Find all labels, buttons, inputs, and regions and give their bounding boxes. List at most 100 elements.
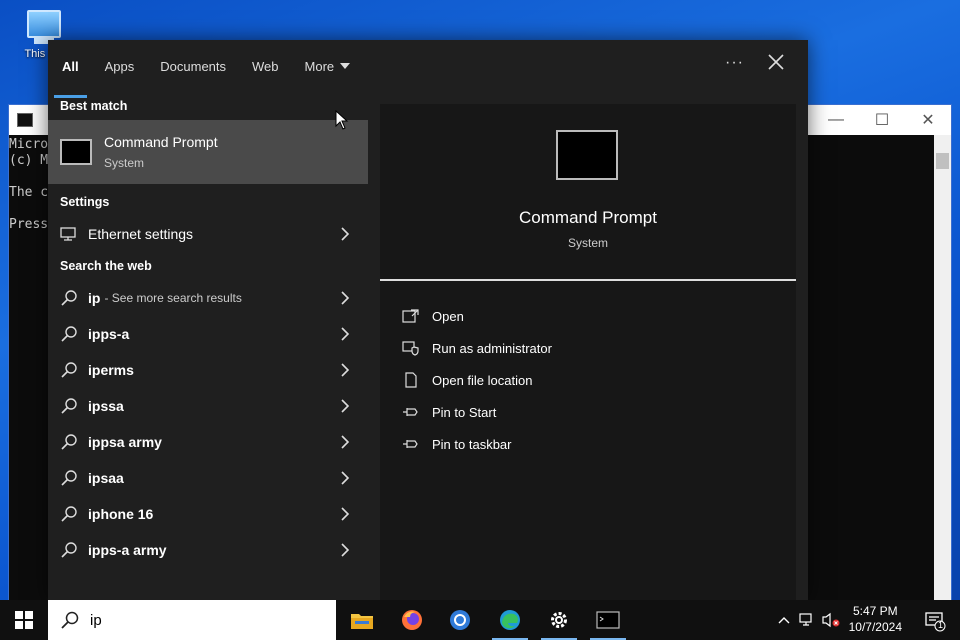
network-icon xyxy=(799,613,812,626)
computer-icon xyxy=(27,10,61,38)
volume-button[interactable] xyxy=(820,600,842,640)
pin-icon xyxy=(403,408,418,416)
tab-more[interactable]: More xyxy=(305,59,351,74)
tab-apps[interactable]: Apps xyxy=(105,59,135,74)
taskbar-app-firefox[interactable] xyxy=(388,600,436,640)
taskbar-app-edge[interactable] xyxy=(486,600,534,640)
web-result-label: iperms xyxy=(88,362,134,378)
search-icon xyxy=(61,506,77,522)
search-icon xyxy=(61,398,77,414)
taskbar-app-file-explorer[interactable] xyxy=(338,600,386,640)
web-result[interactable]: ipssa xyxy=(48,388,370,424)
more-options-button[interactable]: ··· xyxy=(725,54,744,72)
web-result-label: ippsa army xyxy=(88,434,162,450)
action-open[interactable]: Open xyxy=(402,300,552,332)
scrollbar-thumb[interactable] xyxy=(936,153,949,169)
close-window-button[interactable]: ✕ xyxy=(905,105,951,135)
web-result[interactable]: iphone 16 xyxy=(48,496,370,532)
settings-item-ethernet[interactable]: Ethernet settings xyxy=(48,216,370,252)
chevron-right-icon[interactable] xyxy=(340,470,350,486)
cmd-icon xyxy=(596,611,620,629)
preview-actions: Open Run as administrator Open file loca… xyxy=(402,300,552,460)
chevron-right-icon[interactable] xyxy=(340,542,350,558)
web-result-label: ipssa xyxy=(88,398,124,414)
file-icon xyxy=(405,372,417,388)
tab-all[interactable]: All xyxy=(54,59,87,98)
chevron-right-icon[interactable] xyxy=(340,506,350,522)
cmd-scrollbar[interactable] xyxy=(934,135,951,601)
web-result-label: ip xyxy=(88,290,101,306)
clock-time: 5:47 PM xyxy=(852,604,898,618)
search-icon xyxy=(61,542,77,558)
chevron-right-icon[interactable] xyxy=(340,290,350,306)
action-pin-to-start[interactable]: Pin to Start xyxy=(402,396,552,428)
results-list: Best match Command Prompt System Setting… xyxy=(48,92,370,600)
close-icon[interactable] xyxy=(766,52,786,72)
firefox-icon xyxy=(402,610,422,630)
preview-divider xyxy=(380,279,796,281)
minimize-button[interactable]: — xyxy=(813,105,859,135)
clock[interactable]: 5:47 PM 10/7/2024 xyxy=(849,603,902,635)
chevron-right-icon[interactable] xyxy=(340,326,350,342)
edge-icon xyxy=(500,610,520,630)
web-result[interactable]: ip - See more search results xyxy=(48,280,370,316)
search-icon xyxy=(61,434,77,450)
taskbar-search-box[interactable] xyxy=(48,600,336,640)
notification-count-badge: 1 xyxy=(937,620,943,630)
show-hidden-icons-button[interactable] xyxy=(776,600,792,640)
chevron-right-icon[interactable] xyxy=(340,434,350,450)
shield-icon xyxy=(402,341,419,356)
action-label: Pin to Start xyxy=(432,404,497,420)
windows-logo-icon xyxy=(15,611,33,629)
tab-documents[interactable]: Documents xyxy=(160,59,226,74)
web-result[interactable]: ipsaa xyxy=(48,460,370,496)
web-result[interactable]: ippsa army xyxy=(48,424,370,460)
web-result[interactable]: ipps-a xyxy=(48,316,370,352)
web-result-sub: - See more search results xyxy=(104,291,242,305)
action-label: Run as administrator xyxy=(432,340,552,356)
web-result-label: ipsaa xyxy=(88,470,124,486)
web-result-label: iphone 16 xyxy=(88,506,154,522)
web-result-label: ipps-a xyxy=(88,326,130,342)
web-result-label: ipps-a army xyxy=(88,542,167,558)
chevron-right-icon[interactable] xyxy=(340,362,350,378)
open-icon xyxy=(402,309,419,323)
taskbar-app-chrome[interactable] xyxy=(436,600,484,640)
best-match-item[interactable]: Command Prompt System xyxy=(48,120,368,184)
taskbar-app-settings[interactable] xyxy=(535,600,583,640)
caret-down-icon xyxy=(340,62,351,69)
action-label: Open file location xyxy=(432,372,533,388)
start-button[interactable] xyxy=(0,600,48,640)
taskbar: 5:47 PM 10/7/2024 1 xyxy=(0,600,960,640)
file-explorer-icon xyxy=(351,614,373,629)
clock-date: 10/7/2024 xyxy=(848,620,902,634)
notification-center-button[interactable]: 1 xyxy=(924,610,946,632)
search-tabs: All Apps Documents Web More xyxy=(48,40,808,98)
best-match-heading: Best match xyxy=(60,99,128,113)
best-match-title: Command Prompt xyxy=(104,134,218,150)
chevron-right-icon[interactable] xyxy=(340,398,350,414)
taskbar-app-cmd[interactable] xyxy=(584,600,632,640)
cmd-icon xyxy=(556,130,618,180)
web-result[interactable]: iperms xyxy=(48,352,370,388)
action-run-as-admin[interactable]: Run as administrator xyxy=(402,332,552,364)
action-open-file-location[interactable]: Open file location xyxy=(402,364,552,396)
network-button[interactable] xyxy=(796,600,818,640)
volume-muted-icon xyxy=(822,612,840,628)
preview-pane: Command Prompt System Open Run as admini… xyxy=(380,104,796,600)
cmd-window-icon xyxy=(17,113,33,127)
settings-heading: Settings xyxy=(60,195,110,209)
tab-web[interactable]: Web xyxy=(252,59,279,74)
search-input[interactable] xyxy=(90,611,290,629)
web-result[interactable]: ipps-a army xyxy=(48,532,370,568)
search-panel: All Apps Documents Web More ··· Best mat… xyxy=(48,40,808,600)
settings-item-label: Ethernet settings xyxy=(88,226,194,242)
action-label: Open xyxy=(432,308,464,324)
chevron-right-icon[interactable] xyxy=(340,226,350,242)
search-web-heading: Search the web xyxy=(60,259,152,273)
action-pin-to-taskbar[interactable]: Pin to taskbar xyxy=(402,428,552,460)
preview-subtitle: System xyxy=(567,236,608,250)
ethernet-icon xyxy=(60,227,76,241)
maximize-button[interactable]: ☐ xyxy=(859,105,905,135)
action-label: Pin to taskbar xyxy=(432,436,512,452)
